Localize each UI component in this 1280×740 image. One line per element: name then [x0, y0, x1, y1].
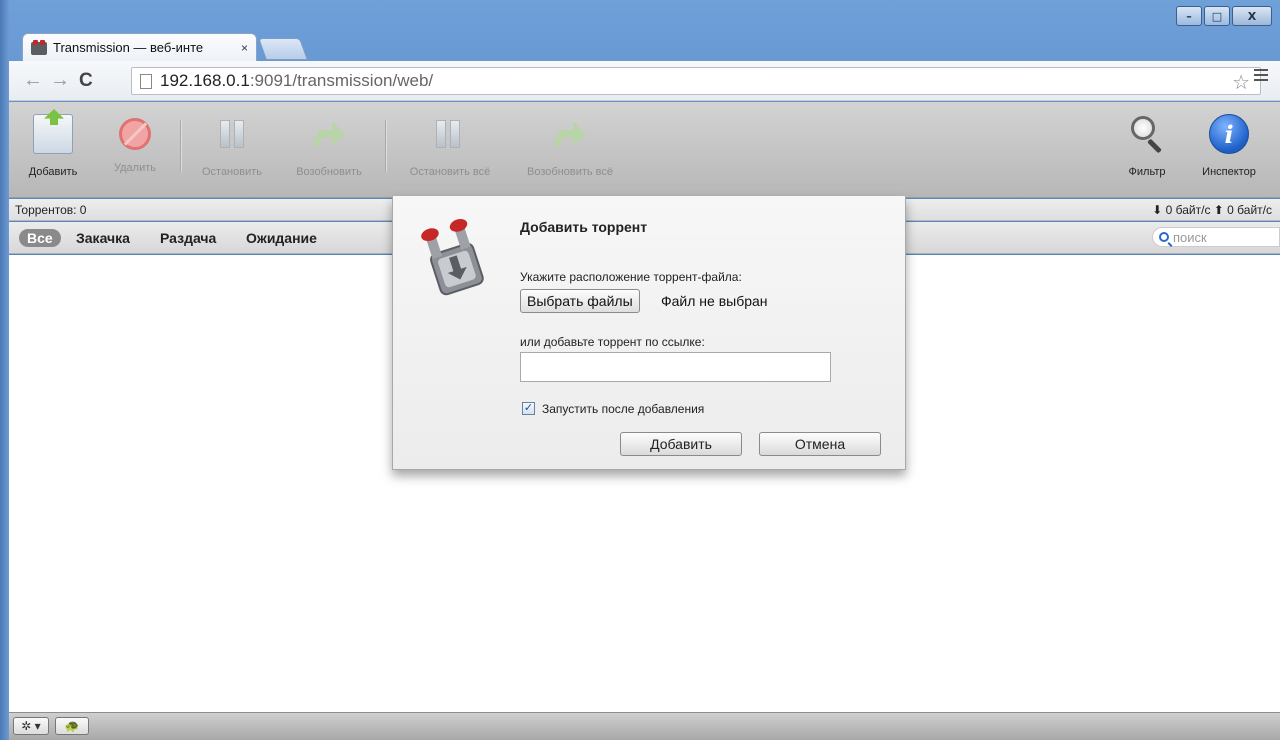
settings-menu-button[interactable]: ✲ ▾: [13, 717, 49, 735]
cancel-button[interactable]: Отмена: [759, 432, 881, 456]
filter-tab-downloading[interactable]: Закачка: [76, 230, 130, 246]
pause-all-button[interactable]: Остановить всё: [397, 114, 503, 178]
pause-label: Остановить: [201, 166, 263, 178]
toolbar-separator: [180, 120, 181, 172]
magnifier-icon: [1127, 114, 1167, 154]
filter-tab-paused[interactable]: Ожидание: [246, 230, 317, 246]
add-torrent-button[interactable]: Добавить: [23, 114, 83, 178]
search-icon: [1159, 232, 1169, 242]
filter-label: Фильтр: [1128, 166, 1166, 178]
transmission-toolbar: Добавить Удалить Остановить Возобновить …: [9, 102, 1280, 198]
pause-all-label: Остановить всё: [409, 166, 491, 178]
start-after-add-checkbox[interactable]: ✓: [522, 402, 535, 415]
address-bar[interactable]: 192.168.0.1:9091/transmission/web/ ☆: [131, 67, 1261, 95]
hamburger-menu-icon[interactable]: [1254, 69, 1268, 84]
pause-torrent-button[interactable]: Остановить: [191, 114, 273, 178]
resume-all-arrow-icon: [550, 114, 590, 154]
inspector-button[interactable]: Инспектор: [1191, 114, 1267, 178]
inspector-label: Инспектор: [1202, 166, 1256, 178]
transmission-logo-icon: [421, 219, 484, 296]
page-icon: [140, 73, 152, 89]
turtle-icon: 🐢: [64, 719, 80, 733]
bottom-toolbar: ✲ ▾ 🐢: [9, 712, 1280, 740]
maximize-button[interactable]: □: [1204, 6, 1230, 26]
resume-all-label: Возобновить всё: [526, 166, 613, 178]
url-path: :9091/transmission/web/: [249, 71, 434, 90]
choose-files-button[interactable]: Выбрать файлы: [520, 289, 640, 313]
torrent-count: Торрентов: 0: [15, 203, 87, 217]
search-placeholder: поиск: [1173, 229, 1207, 245]
pause-all-icon: [430, 114, 470, 154]
info-icon: [1209, 114, 1249, 154]
close-window-button[interactable]: X: [1232, 6, 1272, 26]
forward-arrow-icon[interactable]: →: [50, 69, 70, 92]
dialog-title: Добавить торрент: [520, 219, 648, 235]
resume-torrent-button[interactable]: Возобновить: [284, 114, 374, 178]
minimize-button[interactable]: –: [1176, 6, 1202, 26]
add-torrent-dialog: Добавить торрент Укажите расположение то…: [392, 196, 906, 470]
tab-title: Transmission — веб-инте: [53, 40, 204, 55]
turtle-mode-button[interactable]: 🐢: [55, 717, 89, 735]
new-tab-button[interactable]: [257, 38, 309, 60]
tab-close-icon[interactable]: ×: [241, 41, 248, 55]
browser-toolbar: ← → C 192.168.0.1:9091/transmission/web/…: [9, 61, 1280, 101]
filter-button[interactable]: Фильтр: [1119, 114, 1175, 178]
url-host: 192.168.0.1: [160, 71, 250, 90]
filter-tab-seeding[interactable]: Раздача: [160, 230, 216, 246]
resume-label: Возобновить: [296, 166, 362, 178]
remove-label: Удалить: [114, 162, 156, 174]
bookmark-star-icon[interactable]: ☆: [1232, 70, 1250, 95]
url-label: или добавьте торрент по ссылке:: [520, 335, 705, 349]
add-label: Добавить: [28, 166, 78, 178]
resume-arrow-icon: [309, 114, 349, 154]
remove-torrent-button[interactable]: Удалить: [107, 114, 163, 174]
no-file-selected-text: Файл не выбран: [661, 293, 768, 309]
toolbar-separator: [385, 120, 386, 172]
transmission-favicon-icon: [31, 39, 47, 56]
add-button[interactable]: Добавить: [620, 432, 742, 456]
transfer-speeds: ⬇ 0 байт/с ⬆ 0 байт/с: [1152, 203, 1272, 217]
browser-tab[interactable]: Transmission — веб-инте ×: [22, 33, 257, 61]
resume-all-button[interactable]: Возобновить всё: [515, 114, 625, 178]
window-controls: – □ X: [1176, 6, 1272, 26]
file-location-label: Укажите расположение торрент-файла:: [520, 270, 742, 284]
search-input[interactable]: поиск: [1152, 227, 1280, 247]
window-left-border: [0, 0, 9, 740]
start-after-add-label: Запустить после добавления: [542, 402, 705, 416]
filter-tab-all[interactable]: Все: [19, 229, 61, 247]
url-text: 192.168.0.1:9091/transmission/web/: [160, 71, 433, 91]
torrent-url-input[interactable]: [520, 352, 831, 382]
reload-icon[interactable]: C: [79, 70, 93, 92]
pause-icon: [212, 114, 252, 154]
remove-icon: [119, 118, 151, 150]
add-folder-icon: [33, 114, 73, 154]
back-arrow-icon[interactable]: ←: [23, 69, 43, 92]
